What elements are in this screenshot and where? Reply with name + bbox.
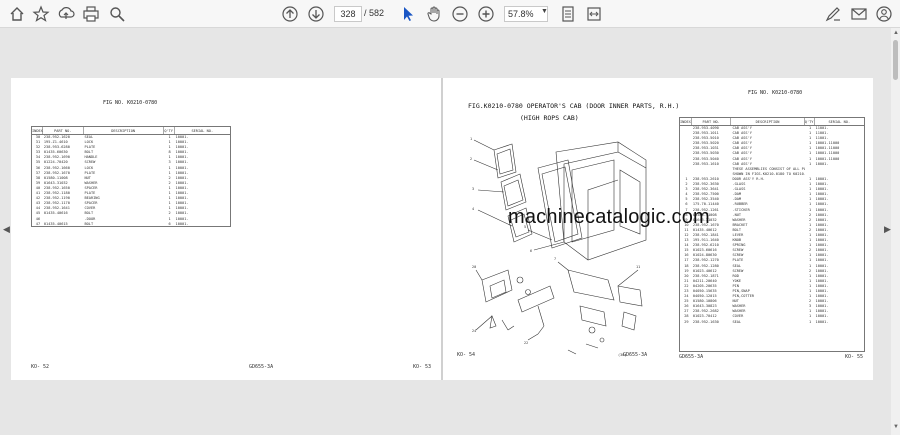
email-icon[interactable] (850, 5, 868, 23)
fig-number: FIG NO. K0210-0780 (748, 90, 803, 96)
hand-icon[interactable] (425, 5, 443, 23)
page-footer-left: KO- 52 (31, 364, 50, 370)
description-cell: BOLT (84, 221, 94, 226)
next-page-arrow-icon[interactable]: ▶ (884, 224, 891, 235)
column-header: INDEX (32, 127, 43, 134)
fit-width-icon[interactable] (585, 5, 603, 23)
vertical-scrollbar[interactable] (891, 28, 900, 435)
page-number-input[interactable]: 328 (334, 6, 362, 22)
page-footer-model-2: GD655-3A (679, 354, 704, 360)
serial-cell: 10001- (815, 319, 829, 324)
column-header: DESCRIPTION (84, 127, 164, 134)
description-cell: SEAL (732, 319, 742, 324)
page-footer-left: KO- 54 (457, 352, 476, 358)
pdf-page-left: FIG NO. K0210-0780 INDEX PART NO. DESCRI… (11, 78, 441, 380)
column-header: Q'TY (804, 118, 815, 125)
column-header: Q'TY (164, 127, 175, 134)
column-header: SERIAL NO. (191, 129, 214, 133)
page-down-icon[interactable] (307, 5, 325, 23)
scroll-up-icon[interactable]: ▲ (893, 30, 899, 36)
exploded-parts-diagram: 1234 562024 22711(30) (470, 137, 647, 357)
quantity-cell: 1 (808, 319, 812, 324)
svg-text:24: 24 (472, 329, 476, 333)
parts-table-left: INDEX PART NO. DESCRIPTION Q'TY SERIAL N… (31, 126, 231, 227)
table-body: 30 238-952-1620 SEAL 1 10001- 31 195-Z1-4610 LO… (32, 135, 230, 227)
zoom-in-icon[interactable] (477, 5, 495, 23)
parts-table-right: INDEX PART NO. DESCRIPTION Q'TY SERIAL N… (679, 117, 865, 352)
table-row: 47 01435-40615 BOLT 6 10001- (32, 222, 230, 227)
svg-text:20: 20 (472, 265, 476, 269)
scrollbar-thumb[interactable] (893, 40, 898, 80)
table-header: INDEX PART NO. DESCRIPTION Q'TY SERIAL N… (32, 127, 230, 135)
page-footer-right: KO- 53 (413, 364, 432, 370)
part-number-cell: 238-952-1630 (692, 319, 719, 324)
svg-text:4: 4 (472, 207, 474, 211)
column-header: PART NO. (692, 118, 732, 125)
page-total: / 582 (364, 8, 385, 18)
page-fit-icon[interactable] (559, 5, 577, 23)
svg-text:1: 1 (470, 137, 472, 141)
svg-text:22: 22 (524, 341, 528, 345)
column-header: DESCRIPTION (731, 118, 805, 125)
index-cell: 29 (684, 319, 689, 324)
serial-cell: 10001- (175, 221, 189, 226)
svg-text:7: 7 (554, 257, 556, 261)
svg-text:3: 3 (472, 187, 474, 191)
quantity-cell: 6 (168, 221, 171, 226)
column-header: SERIAL NO. (828, 120, 851, 124)
part-number-cell: 01435-40615 (43, 221, 68, 226)
account-icon[interactable] (875, 5, 893, 23)
table-row: 29 238-952-1630 SEAL 1 10001- (680, 320, 864, 325)
pointer-icon[interactable] (399, 5, 417, 23)
bookmark-star-icon[interactable] (32, 5, 50, 23)
svg-text:11: 11 (636, 265, 640, 269)
column-header: PART NO. (43, 127, 84, 134)
page-up-icon[interactable] (281, 5, 299, 23)
zoom-search-icon[interactable] (108, 5, 126, 23)
svg-text:2: 2 (470, 157, 472, 161)
home-icon[interactable] (8, 5, 26, 23)
watermark-text: machinecatalogic.com (508, 206, 710, 228)
page-footer-right: KO- 55 (845, 354, 864, 360)
pdf-page-right: FIG.K0210-0780 OPERATOR'S CAB (DOOR INNE… (443, 78, 873, 380)
figure-subtitle: (HIGH ROPS CAB) (520, 114, 579, 122)
column-header: INDEX (680, 118, 692, 125)
figure-title: FIG.K0210-0780 OPERATOR'S CAB (DOOR INNE… (468, 102, 680, 110)
print-icon[interactable] (82, 5, 100, 23)
zoom-out-icon[interactable] (451, 5, 469, 23)
upload-icon[interactable] (57, 5, 75, 23)
page-footer-model: GD655-3A (249, 364, 274, 370)
page-footer-model: GD655-3A (623, 352, 648, 358)
prev-page-arrow-icon[interactable]: ◀ (3, 224, 10, 235)
toolbar: 328 / 582 57.8% ▼ (0, 0, 900, 28)
svg-text:6: 6 (530, 249, 532, 253)
chevron-down-icon[interactable]: ▼ (541, 8, 548, 15)
sign-icon[interactable] (824, 5, 842, 23)
fig-number: FIG NO. K0210-0780 (103, 100, 158, 106)
index-cell: 47 (35, 221, 41, 226)
scroll-down-icon[interactable]: ▼ (893, 424, 899, 430)
table-header: INDEX PART NO. DESCRIPTION Q'TY SERIAL N… (680, 118, 864, 126)
